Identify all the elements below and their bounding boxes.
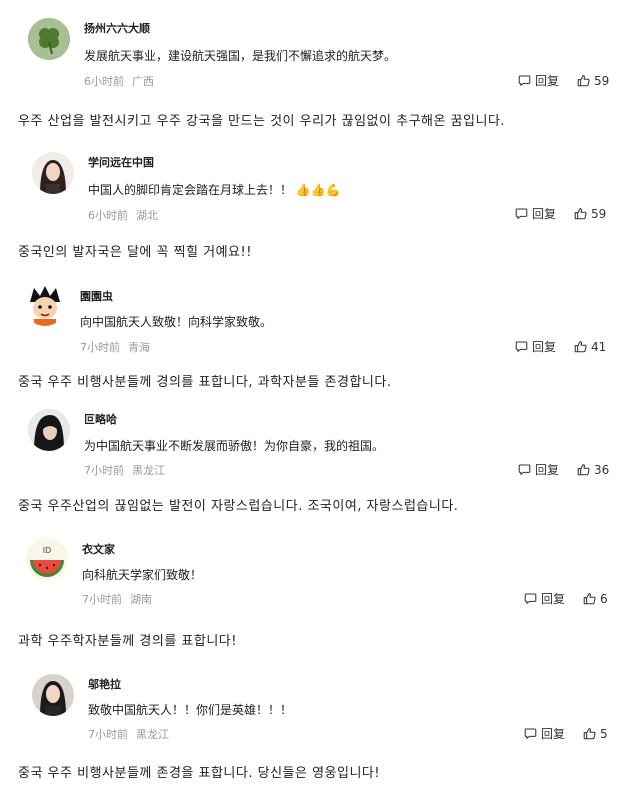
reply-icon	[518, 463, 531, 476]
reply-label: 回复	[535, 463, 560, 477]
location: 黑龙江	[132, 464, 165, 477]
like-count: 41	[591, 339, 607, 354]
comment-item: 扬州六六大顺 发展航天事业，建设航天强国，是我们不懈追求的航天梦。 6小时前 广西…	[0, 0, 630, 145]
comment-actions: 回复 59	[518, 72, 609, 89]
avatar[interactable]	[32, 152, 74, 194]
thumbs-up-icon	[583, 592, 596, 605]
comment-text: 发展航天事业，建设航天强国，是我们不懈追求的航天梦。	[84, 49, 397, 63]
timestamp: 7小时前	[82, 593, 122, 606]
woman-portrait-icon	[32, 152, 74, 194]
comment-text: 向科航天学家们致敬！	[82, 568, 203, 582]
reply-icon	[524, 592, 537, 605]
username[interactable]: 邬艳拉	[88, 676, 121, 692]
reply-button[interactable]: 回复	[515, 338, 556, 355]
clover-icon	[28, 18, 70, 60]
watermelon-icon: ID	[26, 538, 68, 580]
location: 湖南	[130, 593, 152, 606]
timestamp: 6小时前	[88, 209, 128, 222]
reply-label: 回复	[532, 207, 557, 221]
comment-meta: 6小时前 湖北	[88, 207, 158, 223]
comment-meta: 7小时前 湖南	[82, 591, 152, 607]
thumbs-up-icon	[577, 463, 590, 476]
timestamp: 7小时前	[88, 728, 128, 741]
comment-meta: 7小时前 黑龙江	[88, 726, 169, 742]
like-count: 6	[600, 591, 608, 606]
reply-button[interactable]: 回复	[518, 461, 559, 478]
location: 青海	[128, 341, 150, 354]
like-button[interactable]: 6	[583, 592, 608, 606]
username[interactable]: 園園虫	[80, 288, 113, 304]
location: 广西	[132, 75, 154, 88]
comment-item: ID 衣文家 向科航天学家们致敬！ 7小时前 湖南 回复 6 과학 우주학자분들께…	[0, 530, 630, 660]
comment-text: 致敬中国航天人！！你们是英雄！！！	[88, 703, 293, 717]
comment-actions: 回复 36	[518, 461, 609, 478]
timestamp: 6小时前	[84, 75, 124, 88]
reply-label: 回复	[541, 727, 566, 741]
avatar[interactable]	[28, 18, 70, 60]
woman-portrait-icon	[32, 674, 74, 716]
svg-text:ID: ID	[43, 546, 52, 555]
comment-actions: 回复 6	[524, 590, 608, 607]
comment-item: 邬艳拉 致敬中国航天人！！你们是英雄！！！ 7小时前 黑龙江 回复 5 중국 우주…	[0, 665, 630, 802]
comment-item: 叵略哈 为中国航天事业不断发展而骄傲！为你自豪，我的祖国。 7小时前 黑龙江 回复…	[0, 400, 630, 530]
reply-button[interactable]: 回复	[524, 590, 565, 607]
woman-dark-portrait-icon	[28, 409, 70, 451]
comment-meta: 7小时前 青海	[80, 339, 150, 355]
avatar[interactable]	[28, 409, 70, 451]
like-button[interactable]: 59	[577, 74, 609, 88]
timestamp: 7小时前	[80, 341, 120, 354]
avatar[interactable]: ID	[26, 538, 68, 580]
reply-label: 回复	[541, 592, 566, 606]
reply-button[interactable]: 回复	[518, 72, 559, 89]
comment-text-body: 中国人的脚印肯定会踏在月球上去！！	[88, 183, 293, 197]
comment-text: 中国人的脚印肯定会踏在月球上去！！ 👍👍💪	[88, 181, 341, 198]
comment-item: 園園虫 向中国航天人致敬！向科学家致敬。 7小时前 青海 回复 41 중국 우주 …	[0, 272, 630, 402]
like-count: 36	[594, 462, 610, 477]
location: 湖北	[136, 209, 158, 222]
thumbs-up-icon	[577, 74, 590, 87]
comment-actions: 回复 59	[515, 205, 606, 222]
emoji-thumbs: 👍👍💪	[295, 183, 341, 197]
comment-meta: 6小时前 广西	[84, 73, 154, 89]
reply-button[interactable]: 回复	[515, 205, 556, 222]
translation-text: 중국 우주 비행사분들께 경의를 표합니다, 과학자분들 존경합니다.	[18, 375, 392, 390]
like-count: 5	[600, 726, 608, 741]
comment-text: 向中国航天人致敬！向科学家致敬。	[80, 315, 273, 329]
reply-label: 回复	[535, 74, 560, 88]
avatar[interactable]	[24, 284, 66, 326]
reply-icon	[518, 74, 531, 87]
avatar[interactable]	[32, 674, 74, 716]
translation-text: 과학 우주학자분들께 경의를 표합니다!	[18, 634, 237, 649]
like-button[interactable]: 59	[574, 207, 606, 221]
username[interactable]: 衣文家	[82, 541, 115, 557]
like-button[interactable]: 41	[574, 340, 606, 354]
comment-text: 为中国航天事业不断发展而骄傲！为你自豪，我的祖国。	[84, 439, 385, 453]
cartoon-boy-icon	[24, 284, 66, 326]
reply-icon	[524, 727, 537, 740]
thumbs-up-icon	[583, 727, 596, 740]
like-button[interactable]: 36	[577, 463, 609, 477]
comment-actions: 回复 41	[515, 338, 606, 355]
username[interactable]: 学问远在中国	[88, 154, 154, 170]
thumbs-up-icon	[574, 340, 587, 353]
translation-text: 우주 산업을 발전시키고 우주 강국을 만드는 것이 우리가 끊임없이 추구해온…	[18, 114, 506, 129]
username[interactable]: 扬州六六大顺	[84, 20, 150, 36]
reply-icon	[515, 340, 528, 353]
username[interactable]: 叵略哈	[84, 411, 117, 427]
translation-text: 중국 우주산업의 끊임없는 발전이 자랑스럽습니다. 조국이여, 자랑스럽습니다…	[18, 499, 459, 514]
timestamp: 7小时前	[84, 464, 124, 477]
comment-actions: 回复 5	[524, 725, 608, 742]
like-button[interactable]: 5	[583, 727, 608, 741]
thumbs-up-icon	[574, 207, 587, 220]
comment-meta: 7小时前 黑龙江	[84, 462, 165, 478]
like-count: 59	[591, 206, 607, 221]
reply-button[interactable]: 回复	[524, 725, 565, 742]
reply-icon	[515, 207, 528, 220]
translation-text: 중국인의 발자국은 달에 꼭 찍힐 거예요!!	[18, 245, 252, 260]
translation-text: 중국 우주 비행사분들께 존경을 표합니다. 당신들은 영웅입니다!	[18, 766, 381, 781]
reply-label: 回复	[532, 340, 557, 354]
location: 黑龙江	[136, 728, 169, 741]
comment-item: 学问远在中国 中国人的脚印肯定会踏在月球上去！！ 👍👍💪 6小时前 湖北 回复 5…	[0, 140, 630, 270]
like-count: 59	[594, 73, 610, 88]
